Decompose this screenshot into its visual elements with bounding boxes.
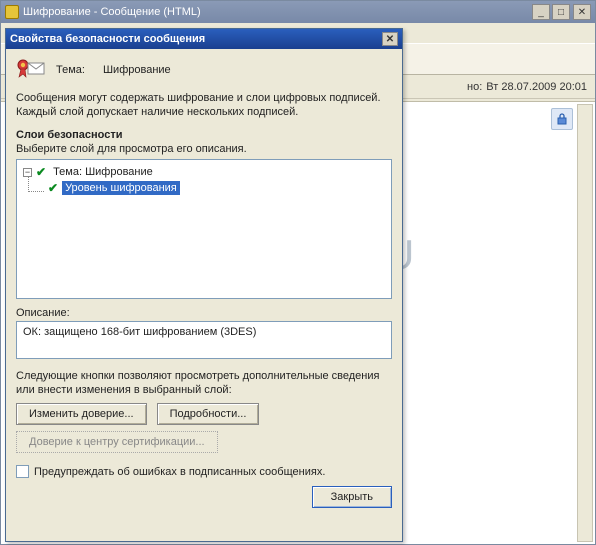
tree-root-row[interactable]: − ✔ Тема: Шифрование	[19, 164, 389, 180]
subject-row: Тема: Шифрование	[16, 57, 392, 83]
dialog-close-button[interactable]: ✕	[382, 32, 398, 46]
layers-heading: Слои безопасности	[16, 129, 392, 141]
ca-trust-label: Доверие к центру сертификации...	[29, 436, 205, 448]
dialog-titlebar: Свойства безопасности сообщения ✕	[6, 29, 402, 49]
description-label: Описание:	[16, 307, 392, 319]
security-layers-tree[interactable]: − ✔ Тема: Шифрование ✔ Уровень шифровани…	[16, 159, 392, 299]
description-box: ОК: защищено 168-бит шифрованием (3DES)	[16, 321, 392, 359]
minimize-button[interactable]: _	[532, 4, 550, 20]
button-hint-text: Следующие кнопки позволяют просмотреть д…	[16, 369, 392, 397]
change-trust-label: Изменить доверие...	[29, 408, 134, 420]
intro-text: Сообщения могут содержать шифрование и с…	[16, 91, 392, 119]
app-icon	[5, 5, 19, 19]
warn-checkbox[interactable]	[16, 465, 29, 478]
warn-checkbox-row[interactable]: Предупреждать об ошибках в подписанных с…	[16, 465, 392, 478]
details-label: Подробности...	[170, 408, 247, 420]
subject-label: Тема:	[56, 64, 85, 76]
change-trust-button[interactable]: Изменить доверие...	[16, 403, 147, 425]
tree-child-row[interactable]: ✔ Уровень шифрования	[19, 180, 389, 196]
details-button[interactable]: Подробности...	[157, 403, 260, 425]
tree-root-label: Тема: Шифрование	[50, 165, 156, 179]
close-dialog-label: Закрыть	[331, 491, 373, 503]
close-button[interactable]: ✕	[573, 4, 591, 20]
scrollbar[interactable]	[577, 104, 593, 542]
certificate-icon	[16, 57, 46, 83]
tree-child-label: Уровень шифрования	[62, 181, 180, 195]
maximize-button[interactable]: □	[552, 4, 570, 20]
dialog-title: Свойства безопасности сообщения	[10, 33, 382, 45]
ca-trust-button: Доверие к центру сертификации...	[16, 431, 218, 453]
layers-hint: Выберите слой для просмотра его описания…	[16, 143, 392, 155]
close-dialog-button[interactable]: Закрыть	[312, 486, 392, 508]
warn-checkbox-label: Предупреждать об ошибках в подписанных с…	[34, 466, 325, 478]
check-icon: ✔	[48, 181, 58, 195]
tree-connector	[28, 176, 44, 192]
window-titlebar: Шифрование - Сообщение (HTML) _ □ ✕	[1, 1, 595, 23]
description-text: ОК: защищено 168-бит шифрованием (3DES)	[23, 326, 256, 338]
lock-icon	[551, 108, 573, 130]
subject-value: Шифрование	[103, 64, 171, 76]
received-value: Вт 28.07.2009 20:01	[486, 81, 587, 93]
security-properties-dialog: Свойства безопасности сообщения ✕ Тема: …	[5, 28, 403, 542]
window-title: Шифрование - Сообщение (HTML)	[23, 6, 532, 18]
received-label: но:	[467, 81, 482, 93]
